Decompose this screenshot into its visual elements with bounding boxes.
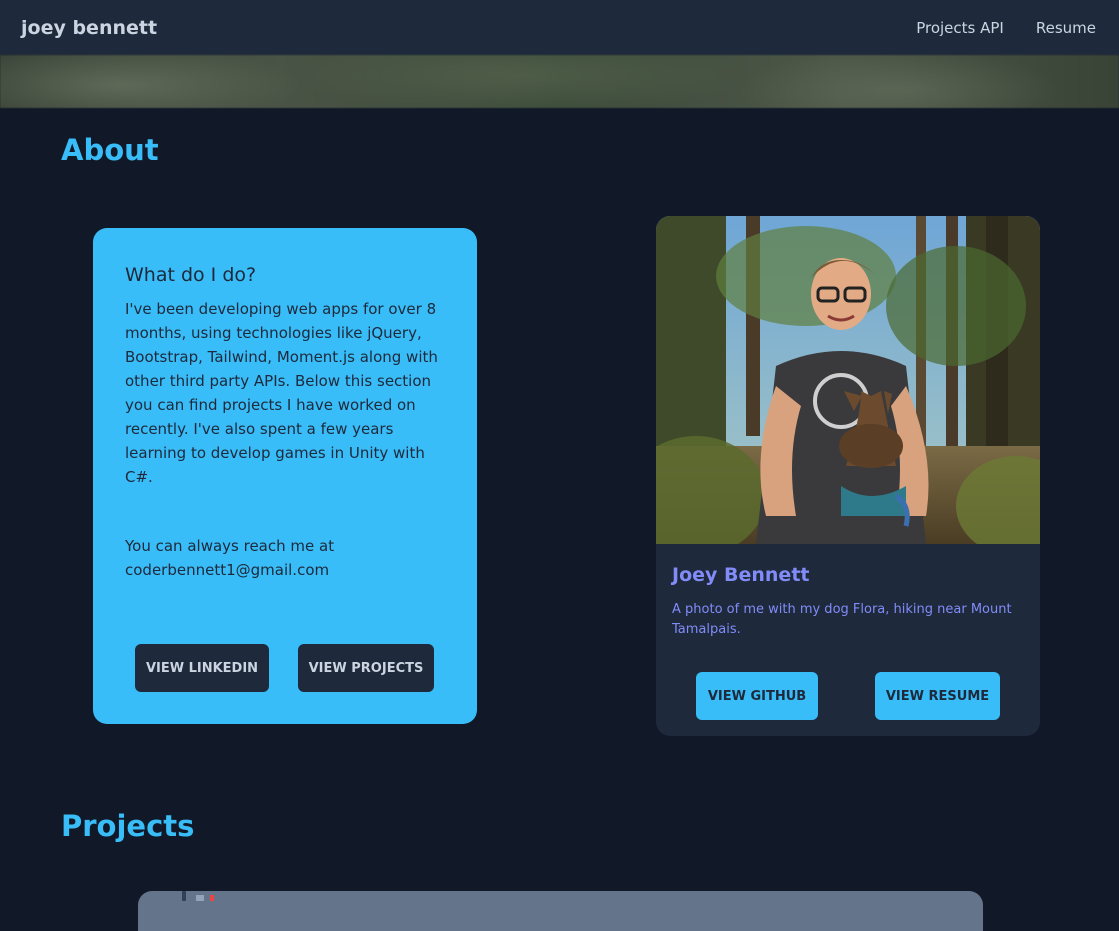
navbar: joey bennett Projects API Resume <box>0 0 1119 55</box>
nav-links: Projects API Resume <box>916 19 1098 37</box>
view-resume-button[interactable]: VIEW RESUME <box>875 672 1000 720</box>
profile-caption: A photo of me with my dog Flora, hiking … <box>672 602 1012 637</box>
hero-banner-image <box>0 55 1119 108</box>
view-github-button[interactable]: VIEW GITHUB <box>696 672 818 720</box>
brand-link[interactable]: joey bennett <box>21 17 157 39</box>
contact-email: coderbennett1@gmail.com <box>125 561 330 579</box>
contact-text: You can always reach me at coderbennett1… <box>125 534 445 582</box>
nav-link-projects-api[interactable]: Projects API <box>916 19 1004 37</box>
profile-card: Joey Bennett A photo of me with my dog F… <box>656 216 1040 736</box>
info-card-heading: What do I do? <box>125 264 257 286</box>
profile-photo <box>656 216 1040 544</box>
view-linkedin-button[interactable]: VIEW LINKEDIN <box>135 644 269 692</box>
view-projects-button[interactable]: VIEW PROJECTS <box>298 644 434 692</box>
profile-name: Joey Bennett <box>672 564 810 586</box>
about-info-card: What do I do? I've been developing web a… <box>93 228 477 724</box>
project-card-preview[interactable] <box>138 891 983 931</box>
contact-label: You can always reach me at <box>125 537 335 555</box>
projects-section-title: Projects <box>61 809 195 843</box>
about-section-title: About <box>61 133 159 167</box>
info-card-body: I've been developing web apps for over 8… <box>125 300 438 486</box>
nav-link-resume[interactable]: Resume <box>1036 19 1096 37</box>
